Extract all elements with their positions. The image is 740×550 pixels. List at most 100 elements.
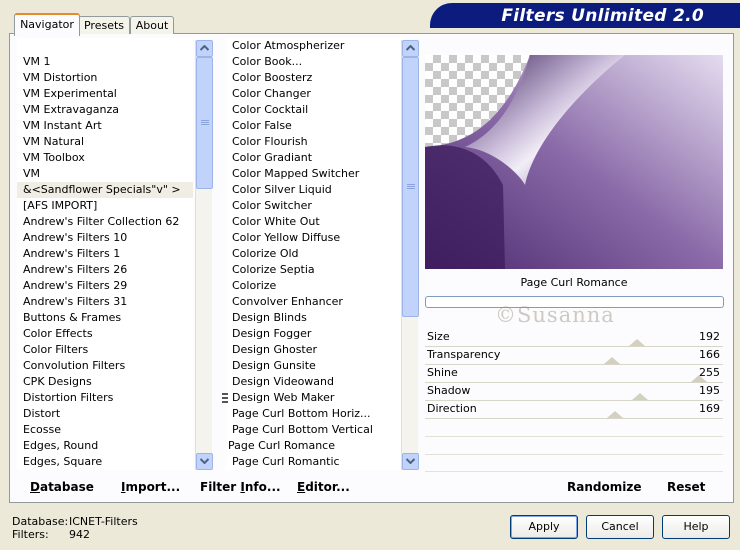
cancel-button[interactable]: Cancel: [586, 515, 654, 539]
apply-button[interactable]: Apply: [510, 515, 578, 539]
category-item[interactable]: Andrew's Filters 29: [17, 278, 193, 294]
filter-item[interactable]: Design Gunsite: [226, 358, 402, 374]
filter-item[interactable]: Convolver Enhancer: [226, 294, 402, 310]
category-list[interactable]: VM 1 VM Distortion VM Experimental VM Extra…: [17, 38, 193, 470]
tab-navigator[interactable]: Navigator: [14, 13, 80, 36]
help-button[interactable]: Help: [662, 515, 730, 539]
tab-presets[interactable]: Presets: [78, 16, 130, 34]
category-scroll-thumb[interactable]: [196, 57, 213, 189]
filter-item[interactable]: Color Book...: [226, 54, 402, 70]
param-row-transparency[interactable]: Transparency 166: [425, 346, 723, 365]
filter-item[interactable]: Colorize Old: [226, 246, 402, 262]
filter-item[interactable]: Page Curl Bottom Vertical: [226, 422, 402, 438]
filter-item-label: Convolver Enhancer: [232, 295, 343, 308]
scroll-down-icon[interactable]: [402, 453, 419, 470]
filter-item[interactable]: Color Changer: [226, 86, 402, 102]
filter-scroll-thumb[interactable]: [402, 57, 419, 317]
filter-item[interactable]: Design Fogger: [226, 326, 402, 342]
category-item[interactable]: VM 1: [17, 54, 193, 70]
filter-item[interactable]: Color Mapped Switcher: [226, 166, 402, 182]
slider-knob-icon[interactable]: [603, 357, 620, 364]
import-button[interactable]: Import...: [121, 480, 180, 494]
category-item[interactable]: CPK Designs: [17, 374, 193, 390]
filter-item[interactable]: Color Boosterz: [226, 70, 402, 86]
filter-scrollbar[interactable]: [401, 40, 419, 470]
database-button[interactable]: Database: [30, 480, 94, 494]
category-scrollbar[interactable]: [195, 40, 213, 470]
category-item[interactable]: Color Effects: [17, 326, 193, 342]
category-item[interactable]: &<Sandflower Specials"v" >: [17, 182, 193, 198]
category-item[interactable]: VM Instant Art: [17, 118, 193, 134]
category-item[interactable]: [AFS IMPORT]: [17, 198, 193, 214]
filter-item[interactable]: Color Flourish: [226, 134, 402, 150]
category-item[interactable]: Edges, Round: [17, 438, 193, 454]
page-curl-preview-icon: [425, 55, 723, 269]
filter-list[interactable]: Color Atmospherizer Color Book... Color Bo…: [226, 38, 402, 470]
category-item[interactable]: Andrew's Filters 26: [17, 262, 193, 278]
param-row-shadow[interactable]: Shadow 195: [425, 382, 723, 401]
filter-item[interactable]: Colorize Septia: [226, 262, 402, 278]
reset-button[interactable]: Reset: [667, 480, 705, 494]
editor-button[interactable]: Editor...: [297, 480, 350, 494]
scroll-up-icon[interactable]: [402, 40, 419, 57]
param-row-shine[interactable]: Shine 255: [425, 364, 723, 383]
category-item[interactable]: VM Extravaganza: [17, 102, 193, 118]
preview-image: [425, 55, 723, 269]
filter-item-label: Color Silver Liquid: [232, 183, 332, 196]
filter-item[interactable]: Design Blinds: [226, 310, 402, 326]
filters-count-status: Filters: 942: [12, 528, 90, 541]
param-row-size[interactable]: Size 192: [425, 328, 723, 347]
filter-item[interactable]: Colorize: [226, 278, 402, 294]
category-item[interactable]: Distortion Filters: [17, 390, 193, 406]
filter-item[interactable]: Color White Out: [226, 214, 402, 230]
param-row-direction[interactable]: Direction 169: [425, 400, 723, 419]
filter-item[interactable]: Color Gradiant: [226, 150, 402, 166]
category-item[interactable]: VM Natural: [17, 134, 193, 150]
slider-knob-icon[interactable]: [632, 393, 649, 400]
filter-item[interactable]: Design Web Maker: [226, 390, 402, 406]
slider-knob-icon[interactable]: [691, 375, 707, 382]
filter-item-label: Color Yellow Diffuse: [232, 231, 341, 244]
tab-about[interactable]: About: [130, 16, 174, 34]
slider-knob-icon[interactable]: [629, 339, 646, 346]
scroll-down-icon[interactable]: [196, 453, 213, 470]
category-item[interactable]: Andrew's Filters 1: [17, 246, 193, 262]
filter-item[interactable]: Page Curl Bottom Horiz...: [226, 406, 402, 422]
filter-item[interactable]: Color Cocktail: [226, 102, 402, 118]
app-title: Filters Unlimited 2.0: [501, 6, 704, 26]
category-item[interactable]: VM Distortion: [17, 70, 193, 86]
filter-item[interactable]: Page Curl Romantic: [226, 454, 402, 470]
category-item[interactable]: VM Experimental: [17, 86, 193, 102]
param-value: 169: [699, 402, 720, 415]
filter-item[interactable]: Color Atmospherizer: [226, 38, 402, 54]
filter-item[interactable]: Page Curl Romance: [226, 438, 402, 454]
filter-item[interactable]: Design Videowand: [226, 374, 402, 390]
category-item[interactable]: Color Filters: [17, 342, 193, 358]
category-item[interactable]: Andrew's Filter Collection 62: [17, 214, 193, 230]
param-label: Direction: [427, 402, 477, 415]
filter-item[interactable]: Color False: [226, 118, 402, 134]
param-value: 195: [699, 384, 720, 397]
category-item[interactable]: Ecosse: [17, 422, 193, 438]
category-item[interactable]: Convolution Filters: [17, 358, 193, 374]
category-list-spacer: [17, 38, 193, 54]
category-item[interactable]: Distort: [17, 406, 193, 422]
filter-item-label: Colorize Old: [232, 247, 299, 260]
drag-handle-icon[interactable]: [222, 393, 228, 403]
category-item[interactable]: Buttons & Frames: [17, 310, 193, 326]
filter-item[interactable]: Color Switcher: [226, 198, 402, 214]
slider-knob-icon[interactable]: [606, 411, 623, 418]
filter-item[interactable]: Color Yellow Diffuse: [226, 230, 402, 246]
scroll-up-icon[interactable]: [196, 40, 213, 57]
filter-item[interactable]: Color Silver Liquid: [226, 182, 402, 198]
category-item[interactable]: VM: [17, 166, 193, 182]
filter-info-button[interactable]: Filter Info...: [200, 480, 281, 494]
category-item[interactable]: Andrew's Filters 10: [17, 230, 193, 246]
category-item[interactable]: Edges, Square: [17, 454, 193, 470]
randomize-button[interactable]: Randomize: [567, 480, 641, 494]
filter-item-label: Page Curl Romantic: [232, 455, 340, 468]
category-item[interactable]: Andrew's Filters 31: [17, 294, 193, 310]
filter-item[interactable]: Design Ghoster: [226, 342, 402, 358]
empty-parameter-row: [425, 437, 723, 455]
category-item[interactable]: VM Toolbox: [17, 150, 193, 166]
